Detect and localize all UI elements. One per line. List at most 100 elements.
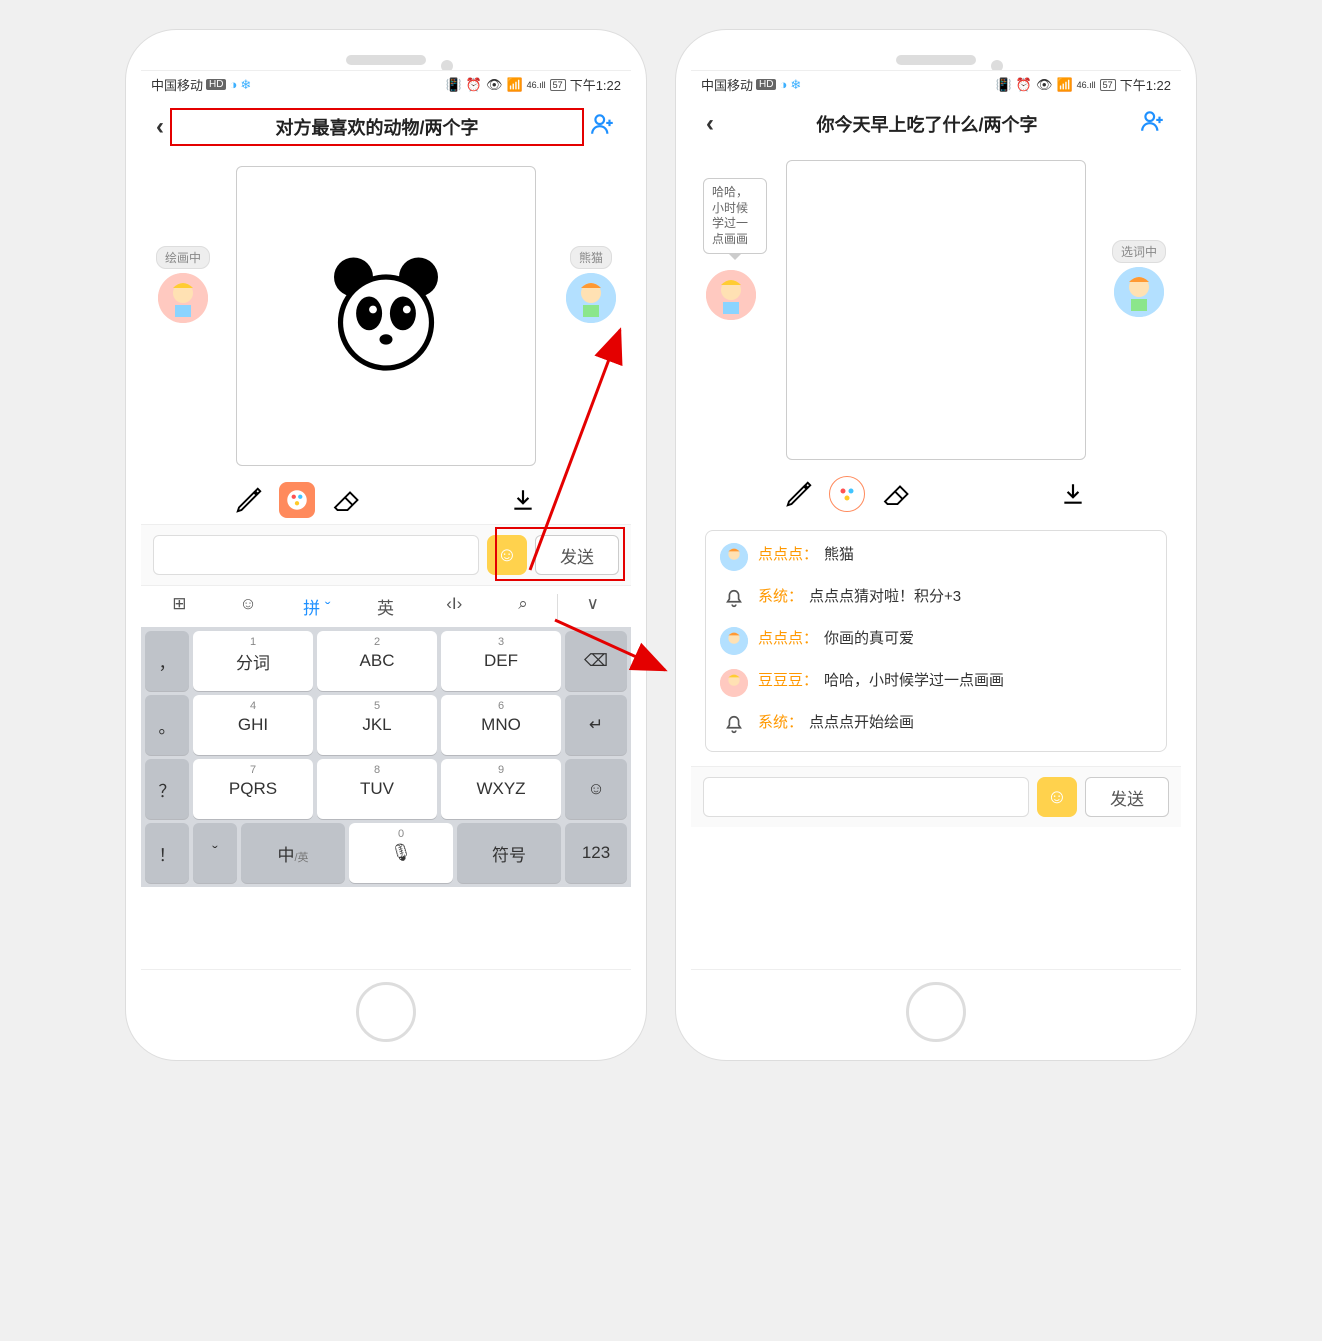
avatar-self-label: 绘画中: [156, 246, 210, 269]
home-button[interactable]: [906, 982, 966, 1042]
vibrate-icon: 📳: [446, 77, 462, 93]
add-user-icon[interactable]: [1140, 108, 1166, 140]
chat-text: 点点点开始绘画: [809, 711, 914, 732]
eye-icon: 👁: [1036, 77, 1053, 93]
carrier-label: 中国移动: [701, 75, 753, 94]
battery-icon: 57: [550, 79, 566, 91]
key-symbol[interactable]: 符号: [457, 823, 561, 883]
drawing-toolbar: [141, 476, 631, 524]
pencil-tool[interactable]: [781, 476, 817, 512]
key-enter[interactable]: ↵: [565, 695, 627, 755]
chat-name: 点点点：: [758, 543, 818, 564]
avatar-opponent: 选词中: [1112, 240, 1166, 317]
avatar-opponent-image[interactable]: [1114, 267, 1164, 317]
key-emoji[interactable]: ☺: [565, 759, 627, 819]
key-bang[interactable]: ！: [145, 823, 189, 883]
chat-name: 系统：: [758, 585, 803, 606]
key-fenci[interactable]: 1分词: [193, 631, 313, 691]
chat-text: 你画的真可爱: [824, 627, 914, 648]
kb-english[interactable]: 英: [351, 594, 420, 619]
time-label: 下午1:22: [570, 75, 621, 94]
screen-right: 中国移动 HD ◑ ❄ 📳 ⏰ 👁 📶 46.ıll 57 下午1:22 ‹ 你…: [691, 70, 1181, 970]
shield-icon: ◑: [229, 77, 237, 92]
back-button[interactable]: ‹: [706, 110, 714, 138]
avatar-icon: [720, 627, 748, 655]
drawing-toolbar: [691, 470, 1181, 518]
key-caret[interactable]: ˇ: [193, 823, 237, 883]
key-def[interactable]: 3DEF: [441, 631, 561, 691]
drawing-canvas[interactable]: [786, 160, 1086, 460]
navbar: ‹ 你今天早上吃了什么/两个字: [691, 98, 1181, 150]
send-button[interactable]: 发送: [1085, 777, 1169, 817]
kb-grid-icon[interactable]: ⊞: [145, 594, 214, 619]
carrier-label: 中国移动: [151, 75, 203, 94]
chat-row: 系统：点点点开始绘画: [720, 711, 1152, 739]
send-button[interactable]: 发送: [535, 535, 619, 575]
download-icon[interactable]: [1055, 476, 1091, 512]
key-123[interactable]: 123: [565, 823, 627, 883]
key-abc[interactable]: 2ABC: [317, 631, 437, 691]
eraser-tool[interactable]: [877, 476, 913, 512]
avatar-self-image[interactable]: [706, 270, 756, 320]
download-icon[interactable]: [505, 482, 541, 518]
bell-icon: [720, 711, 748, 739]
key-lang[interactable]: 中/英: [241, 823, 345, 883]
palette-tool[interactable]: [279, 482, 315, 518]
avatar-opponent-image[interactable]: [566, 273, 616, 323]
speech-bubble: 哈哈，小时候学过一点画画: [703, 178, 767, 254]
eraser-tool[interactable]: [327, 482, 363, 518]
page-title: 你今天早上吃了什么/两个字: [714, 111, 1140, 137]
palette-tool[interactable]: [829, 476, 865, 512]
avatar-self-image[interactable]: [158, 273, 208, 323]
chat-name: 豆豆豆：: [758, 669, 818, 690]
bell-icon: [720, 585, 748, 613]
add-user-icon[interactable]: [590, 111, 616, 143]
key-pqrs[interactable]: 7PQRS: [193, 759, 313, 819]
chat-row: 点点点：你画的真可爱: [720, 627, 1152, 655]
home-button[interactable]: [356, 982, 416, 1042]
chat-text: 熊猫: [824, 543, 854, 564]
back-button[interactable]: ‹: [156, 113, 164, 141]
panda-drawing: [321, 251, 451, 381]
kb-search-icon[interactable]: ⌕: [489, 594, 558, 619]
statusbar: 中国移动 HD ◑ ❄ 📳 ⏰ 👁 📶 46.ıll 57 下午1:22: [141, 71, 631, 98]
avatar-opponent: 熊猫: [566, 246, 616, 323]
key-ghi[interactable]: 4GHI: [193, 695, 313, 755]
drawing-canvas[interactable]: [236, 166, 536, 466]
phone-speaker: [346, 55, 426, 65]
avatar-opponent-label: 熊猫: [570, 246, 612, 269]
key-jkl[interactable]: 5JKL: [317, 695, 437, 755]
pencil-tool[interactable]: [231, 482, 267, 518]
key-comma[interactable]: ，: [145, 631, 189, 691]
chat-text: 哈哈，小时候学过一点画画: [824, 669, 1004, 690]
key-wxyz[interactable]: 9WXYZ: [441, 759, 561, 819]
kb-cursor[interactable]: ‹I›: [420, 594, 489, 619]
emoji-button[interactable]: ☺: [487, 535, 527, 575]
key-question[interactable]: ？: [145, 759, 189, 819]
message-input[interactable]: [153, 535, 479, 575]
hd-badge: HD: [206, 79, 226, 90]
message-input[interactable]: [703, 777, 1029, 817]
key-mic[interactable]: 0🎙: [349, 823, 453, 883]
shield-icon: ◑: [779, 77, 787, 92]
wifi-icon: 📶: [506, 77, 522, 93]
emoji-button[interactable]: ☺: [1037, 777, 1077, 817]
input-row: ☺ 发送: [141, 524, 631, 585]
snow-icon: ❄: [790, 77, 801, 93]
alarm-icon: ⏰: [466, 77, 482, 93]
key-mno[interactable]: 6MNO: [441, 695, 561, 755]
kb-pinyin[interactable]: 拼 ˇ: [282, 594, 351, 619]
key-period[interactable]: 。: [145, 695, 189, 755]
phone-left: 中国移动 HD ◑ ❄ 📳 ⏰ 👁 📶 46.ıll 57 下午1:22 ‹ 对…: [126, 30, 646, 1060]
keyboard-mode-row: ⊞ ☺ 拼 ˇ 英 ‹I› ⌕ ∨: [141, 585, 631, 627]
eye-icon: 👁: [486, 77, 503, 93]
avatar-self: 绘画中: [156, 246, 210, 323]
key-backspace[interactable]: ⌫: [565, 631, 627, 691]
kb-emoji-icon[interactable]: ☺: [214, 594, 283, 619]
canvas-area: 绘画中 熊猫: [141, 156, 631, 476]
kb-collapse-icon[interactable]: ∨: [557, 594, 627, 619]
battery-icon: 57: [1100, 79, 1116, 91]
vibrate-icon: 📳: [996, 77, 1012, 93]
screen-left: 中国移动 HD ◑ ❄ 📳 ⏰ 👁 📶 46.ıll 57 下午1:22 ‹ 对…: [141, 70, 631, 970]
key-tuv[interactable]: 8TUV: [317, 759, 437, 819]
